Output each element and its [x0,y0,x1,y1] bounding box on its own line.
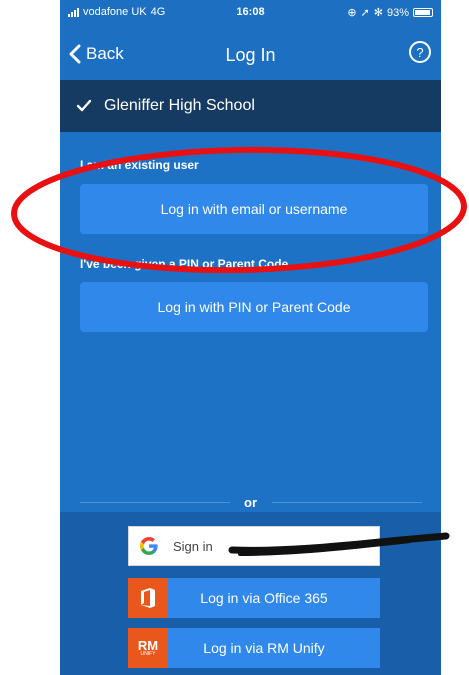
email-login-label: Log in with email or username [160,201,348,217]
selected-school-row[interactable]: Gleniffer High School [60,80,441,132]
pin-login-button[interactable]: Log in with PIN or Parent Code [80,282,428,332]
help-symbol: ? [416,44,424,60]
phone-screen: vodafone UK 4G 16:08 ⊕ ➚ ✻ 93% Back Log … [60,0,441,675]
pin-login-label: Log in with PIN or Parent Code [157,299,351,315]
pin-code-label: I've been given a PIN or Parent Code [80,257,289,271]
bluetooth-icon: ✻ [373,7,383,19]
checkmark-icon [76,99,92,112]
office365-login-button[interactable]: Log in via Office 365 [128,578,380,618]
location-icon: ➚ [360,7,370,19]
google-signin-button[interactable]: Sign in [128,526,380,566]
rm-unify-login-label: Log in via RM Unify [203,640,325,656]
or-divider: or [60,490,441,518]
existing-user-label: I am an existing user [80,158,199,172]
battery-percent: 93% [386,6,409,19]
page-title: Log In [225,45,276,65]
google-logo-icon [129,526,169,566]
battery-icon [413,8,433,17]
status-bar: vodafone UK 4G 16:08 ⊕ ➚ ✻ 93% [60,0,441,24]
status-right: ⊕ ➚ ✻ 93% [347,6,433,19]
rm-unify-logo-icon: RM UNIFY [128,628,168,668]
nav-bar: Back Log In ? [60,24,441,88]
office365-logo-icon [128,578,168,618]
google-signin-label: Sign in [173,538,213,554]
school-name: Gleniffer High School [104,97,255,114]
rm-logo-subtext: UNIFY [140,651,156,657]
help-icon[interactable]: ? [409,41,431,63]
divider-line-right [272,502,422,503]
rotation-lock-icon: ⊕ [347,7,357,19]
rm-unify-login-button[interactable]: RM UNIFY Log in via RM Unify [128,628,380,668]
office365-login-label: Log in via Office 365 [200,590,328,606]
email-login-button[interactable]: Log in with email or username [80,184,428,234]
